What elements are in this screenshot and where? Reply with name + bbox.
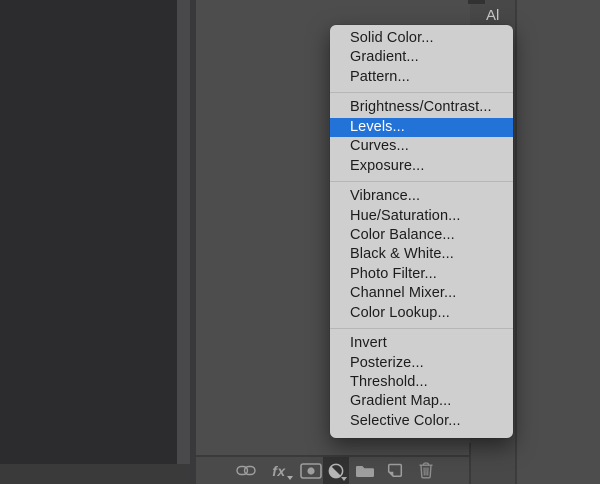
menu-item-black-white[interactable]: Black & White... xyxy=(330,245,513,264)
chevron-down-icon xyxy=(341,477,347,481)
layer-effects-button[interactable]: fx xyxy=(266,457,293,484)
clipped-panel-text: Al xyxy=(486,7,500,24)
menu-item-photo-filter[interactable]: Photo Filter... xyxy=(330,265,513,284)
menu-item-curves[interactable]: Curves... xyxy=(330,137,513,156)
menu-separator xyxy=(330,328,513,330)
add-layer-mask-button[interactable] xyxy=(298,457,324,484)
fx-icon: fx xyxy=(272,462,286,479)
menu-item-pattern[interactable]: Pattern... xyxy=(330,68,513,87)
link-layers-icon xyxy=(236,465,256,476)
menu-separator xyxy=(330,181,513,183)
status-bar-area xyxy=(0,464,190,484)
adjustment-layer-menu: Solid Color... Gradient... Pattern... Brigh… xyxy=(330,25,513,438)
new-group-icon xyxy=(356,465,374,477)
new-group-button[interactable] xyxy=(352,457,378,484)
menu-item-channel-mixer[interactable]: Channel Mixer... xyxy=(330,284,513,303)
new-adjustment-layer-button[interactable] xyxy=(323,457,349,484)
panel-edge-line xyxy=(515,0,517,484)
menu-item-gradient-map[interactable]: Gradient Map... xyxy=(330,392,513,411)
new-layer-icon xyxy=(387,463,403,478)
menu-item-brightness-contrast[interactable]: Brightness/Contrast... xyxy=(330,98,513,117)
add-layer-mask-icon xyxy=(300,462,322,479)
toolbar-right-edge-line xyxy=(469,443,471,484)
panel-gutter xyxy=(177,0,190,484)
menu-item-invert[interactable]: Invert xyxy=(330,334,513,353)
delete-layer-button[interactable] xyxy=(413,457,439,484)
menu-item-gradient[interactable]: Gradient... xyxy=(330,48,513,67)
delete-layer-icon xyxy=(419,462,433,479)
canvas-area xyxy=(0,0,177,464)
menu-item-color-balance[interactable]: Color Balance... xyxy=(330,226,513,245)
menu-item-exposure[interactable]: Exposure... xyxy=(330,157,513,176)
chevron-down-icon xyxy=(287,476,293,480)
panel-divider-vertical[interactable] xyxy=(190,0,196,484)
menu-item-hue-saturation[interactable]: Hue/Saturation... xyxy=(330,207,513,226)
new-layer-button[interactable] xyxy=(382,457,408,484)
link-layers-button[interactable] xyxy=(233,457,259,484)
menu-item-posterize[interactable]: Posterize... xyxy=(330,354,513,373)
menu-item-vibrance[interactable]: Vibrance... xyxy=(330,187,513,206)
layers-panel-toolbar: fx xyxy=(196,457,469,484)
photoshop-workspace: { "header": { "partial_text": "Al" }, "m… xyxy=(0,0,600,484)
menu-item-threshold[interactable]: Threshold... xyxy=(330,373,513,392)
menu-item-selective-color[interactable]: Selective Color... xyxy=(330,412,513,431)
menu-item-color-lookup[interactable]: Color Lookup... xyxy=(330,304,513,323)
menu-item-solid-color[interactable]: Solid Color... xyxy=(330,29,513,48)
menu-separator xyxy=(330,92,513,94)
menu-item-levels[interactable]: Levels... xyxy=(330,117,513,138)
scrollbar-thumb-fragment xyxy=(468,0,485,4)
